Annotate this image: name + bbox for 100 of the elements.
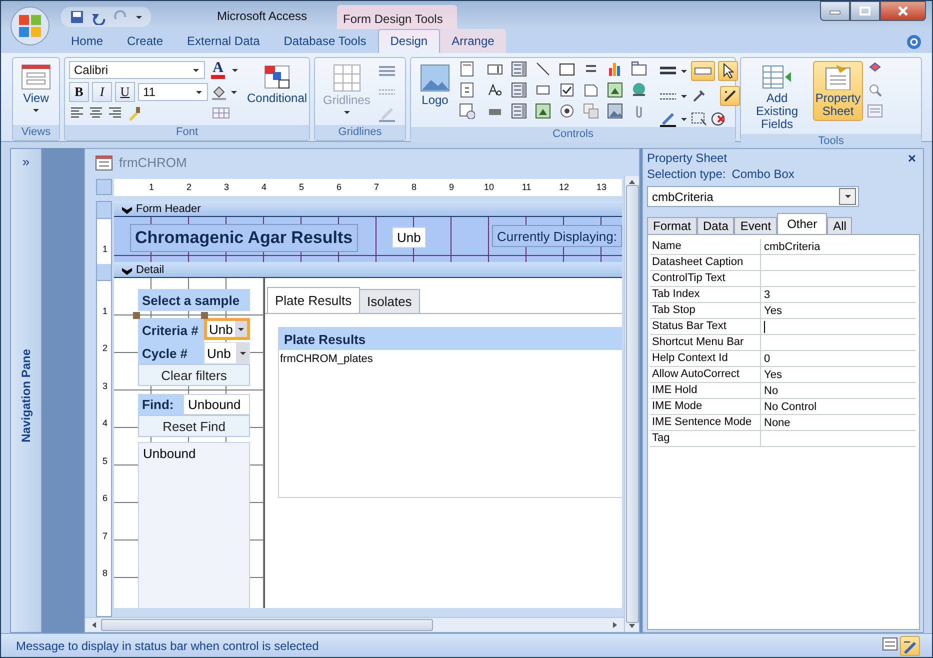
insert-control-button[interactable] — [691, 61, 715, 81]
select-button[interactable] — [718, 61, 738, 81]
property-value[interactable]: No Control — [764, 400, 817, 414]
close-button[interactable] — [880, 1, 926, 21]
tab-order-icon[interactable] — [691, 111, 707, 127]
caret-icon[interactable] — [680, 92, 688, 100]
find-field[interactable]: Unbound — [183, 394, 250, 415]
selection-handle[interactable] — [201, 312, 208, 319]
section-bar[interactable]: Detail — [114, 262, 622, 278]
scroll-thumb[interactable] — [626, 185, 639, 623]
line-color-icon[interactable] — [378, 106, 396, 122]
date-time-icon[interactable] — [459, 103, 475, 119]
option-button-icon[interactable] — [559, 103, 575, 119]
text-box[interactable]: Unb — [392, 227, 426, 248]
font-name-field[interactable]: Calibri — [69, 61, 205, 79]
property-value[interactable]: 0 — [764, 352, 770, 366]
section-bar[interactable]: Form Header — [114, 201, 622, 217]
property-value[interactable]: None — [764, 416, 790, 430]
property-value[interactable]: No — [764, 384, 778, 398]
conditional-formatting-button[interactable]: Conditional — [243, 61, 312, 108]
page-number-icon[interactable] — [459, 82, 475, 98]
italic-button[interactable]: I — [92, 82, 112, 102]
sheet-tab[interactable]: Event — [734, 217, 778, 234]
ribbon-button[interactable]: Add Existing Fields — [745, 61, 809, 134]
ribbon-button[interactable]: Property Sheet — [813, 61, 863, 121]
wizards-button[interactable] — [720, 86, 740, 106]
ribbon-tab[interactable]: External Data — [175, 29, 272, 53]
tab-control-icon[interactable] — [631, 61, 647, 77]
caret-icon[interactable] — [231, 66, 239, 74]
scroll-right-icon[interactable] — [612, 621, 618, 629]
caret-icon[interactable] — [236, 326, 245, 332]
label-icon[interactable] — [487, 82, 503, 98]
bold-button[interactable]: B — [69, 82, 89, 102]
zoom-icon[interactable] — [867, 82, 883, 98]
caret-icon[interactable] — [32, 107, 40, 114]
sheet-tab[interactable]: Format — [647, 217, 698, 234]
ribbon-tab[interactable]: Create — [115, 29, 176, 53]
checkbox-icon[interactable] — [559, 82, 575, 98]
property-value[interactable]: 3 — [764, 288, 770, 302]
font-size-field[interactable]: 11 — [138, 83, 208, 101]
design-view-button[interactable] — [900, 636, 920, 656]
bound-frame-icon[interactable] — [535, 103, 551, 119]
caret-icon[interactable] — [680, 68, 688, 74]
list-box[interactable]: Unbound — [138, 442, 250, 608]
property-value[interactable]: Yes — [764, 304, 782, 318]
help-icon[interactable] — [906, 34, 922, 50]
list-box-icon[interactable] — [511, 82, 527, 98]
caret-icon[interactable] — [192, 66, 200, 74]
font-color-button[interactable]: A — [208, 61, 228, 79]
combo-box[interactable]: Unb — [204, 342, 250, 364]
list-box-icon[interactable] — [511, 103, 527, 119]
caret-icon[interactable] — [195, 88, 203, 96]
property-value[interactable]: cmbCriteria — [764, 240, 820, 254]
property-value[interactable]: Yes — [764, 368, 782, 382]
logo-button[interactable]: Logo — [415, 61, 455, 110]
chart-icon[interactable] — [607, 61, 623, 77]
sheet-tab[interactable]: Data — [697, 217, 734, 234]
caret-icon[interactable] — [342, 109, 351, 116]
scroll-thumb[interactable] — [101, 619, 433, 631]
clear-filters-button[interactable]: Clear filters — [138, 364, 250, 386]
list-box-icon[interactable] — [511, 61, 527, 77]
form-tab[interactable]: Plate Results — [267, 287, 360, 313]
line-icon[interactable] — [535, 61, 551, 77]
caret-icon[interactable] — [135, 14, 143, 20]
object-selector[interactable]: cmbCriteria — [647, 186, 859, 207]
expand-button[interactable]: » — [22, 154, 30, 169]
line-color-icon[interactable] — [659, 111, 677, 127]
sheet-tab[interactable]: All — [827, 217, 852, 234]
status-label[interactable]: Currently Displaying: — [492, 225, 622, 247]
minimize-button[interactable] — [820, 1, 850, 21]
view-button[interactable]: View — [17, 61, 55, 117]
navigation-pane-title[interactable]: Navigation Pane — [19, 349, 33, 442]
maximize-button[interactable] — [850, 1, 880, 21]
image-icon[interactable] — [607, 103, 623, 119]
document-icon[interactable] — [583, 82, 599, 98]
bound-frame-icon[interactable] — [607, 82, 623, 98]
close-button[interactable]: × — [908, 150, 916, 166]
title-label[interactable]: Chromagenic Agar Results — [130, 224, 358, 252]
ribbon-tab[interactable]: Arrange — [440, 29, 506, 53]
caret-icon[interactable] — [238, 350, 246, 356]
reset-find-button[interactable]: Reset Find — [138, 415, 250, 437]
ribbon-tab[interactable]: Database Tools — [272, 29, 378, 53]
form-view-icon[interactable] — [882, 636, 898, 652]
caret-icon[interactable] — [680, 116, 688, 122]
scroll-left-icon[interactable] — [91, 621, 97, 629]
find-label[interactable]: Find: — [138, 394, 183, 415]
selection-handle[interactable] — [133, 312, 140, 319]
form-tab[interactable]: Isolates — [359, 289, 420, 313]
frame-icon[interactable] — [559, 61, 575, 77]
section-label-control[interactable]: Select a sample — [138, 289, 250, 311]
title-icon[interactable] — [459, 61, 475, 77]
caret-icon[interactable] — [844, 193, 852, 200]
combo-box[interactable]: Unb — [204, 318, 250, 340]
caret-icon[interactable] — [230, 88, 238, 96]
ribbon-tab[interactable]: Home — [59, 29, 116, 53]
field-label[interactable]: Criteria # — [138, 318, 204, 342]
underline-button[interactable]: U — [115, 82, 135, 102]
save-icon[interactable] — [69, 9, 85, 25]
sheet-tab[interactable]: Other — [777, 213, 828, 234]
fill-color-icon[interactable] — [211, 84, 227, 100]
